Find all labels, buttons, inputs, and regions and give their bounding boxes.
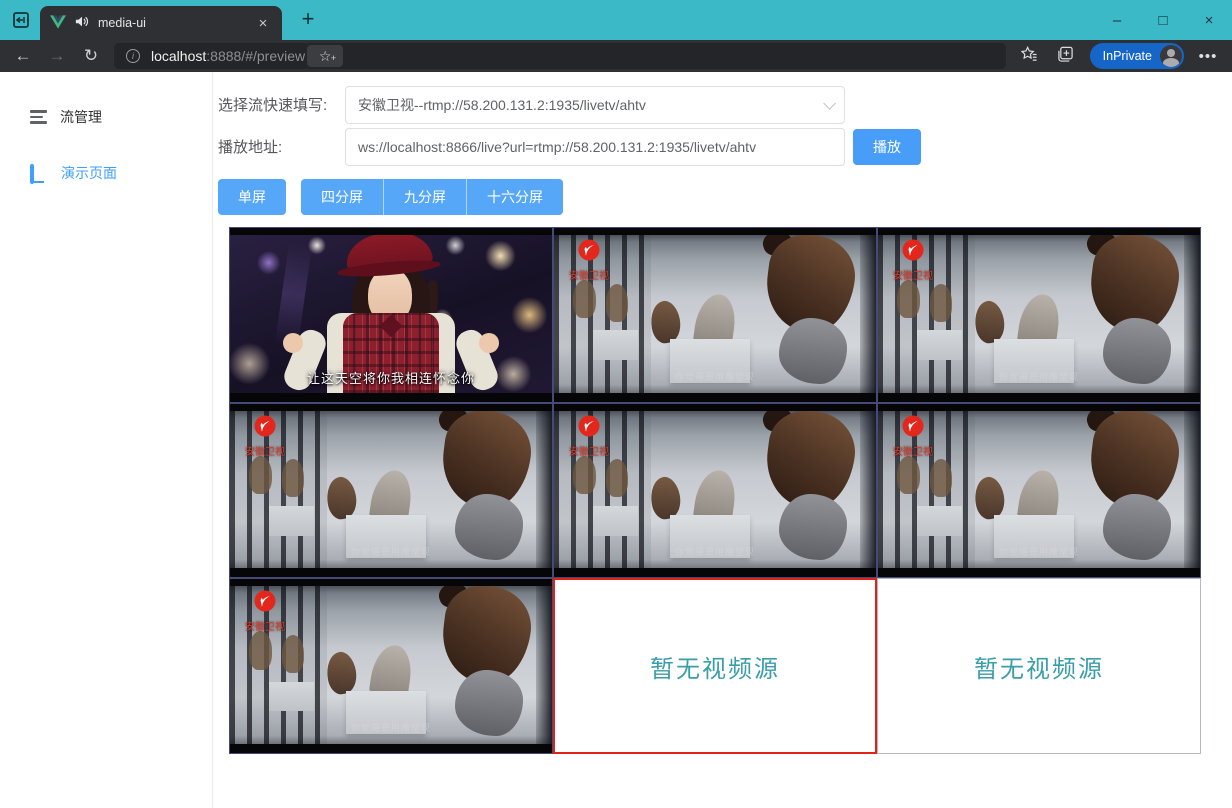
sidebar-item-demo-page[interactable]: 演示页面	[0, 153, 212, 193]
vertical-tabs-icon[interactable]	[10, 9, 32, 31]
profile-avatar-icon	[1160, 45, 1182, 67]
forward-icon: →	[40, 46, 74, 66]
window-controls: – □ ×	[1094, 0, 1232, 40]
tab-close-icon[interactable]: ×	[254, 15, 272, 32]
video-subtitle: 你觉得是用雕塑现	[878, 545, 1200, 558]
video-subtitle: 你觉得是用雕塑现	[230, 721, 552, 734]
split-button-group: 四分屏 九分屏 十六分屏	[301, 179, 563, 215]
play-address-label: 播放地址:	[218, 137, 345, 158]
tv-channel-logo: 安徽卫视	[569, 415, 609, 458]
tv-channel-name: 安徽卫视	[245, 618, 285, 633]
stream-select-dropdown[interactable]: 安徽卫视--rtmp://58.200.131.2:1935/livetv/ah…	[345, 86, 845, 124]
video-player-6[interactable]: 安徽卫视 你觉得是用雕塑现	[877, 403, 1201, 579]
sixteen-split-button[interactable]: 十六分屏	[466, 179, 563, 215]
browser-titlebar: media-ui × + – □ ×	[0, 0, 1232, 40]
minimize-button[interactable]: –	[1094, 0, 1140, 40]
app-page: 流管理 演示页面 选择流快速填写: 安徽卫视--rtmp://58.200.13…	[0, 72, 1232, 808]
refresh-icon[interactable]: ↻	[74, 46, 108, 66]
url-path: :8888/#/preview	[206, 48, 305, 64]
tv-video-frame: 安徽卫视 你觉得是用雕塑现	[230, 404, 552, 578]
tv-channel-name: 安徽卫视	[569, 267, 609, 282]
no-source-text: 暂无视频源	[650, 649, 780, 684]
music-video-frame: 让这天空将你我相连怀念你	[230, 228, 552, 402]
nine-split-button[interactable]: 九分屏	[383, 179, 466, 215]
video-player-7[interactable]: 安徽卫视 你觉得是用雕塑现	[229, 578, 553, 754]
tv-video-frame: 安徽卫视 你觉得是用雕塑现	[554, 228, 876, 402]
video-player-4[interactable]: 安徽卫视 你觉得是用雕塑现	[229, 403, 553, 579]
video-grid: 让这天空将你我相连怀念你 安徽卫视 你觉得是用雕塑现	[229, 227, 1201, 754]
video-player-2[interactable]: 安徽卫视 你觉得是用雕塑现	[553, 227, 877, 403]
close-window-button[interactable]: ×	[1186, 0, 1232, 40]
video-player-5[interactable]: 安徽卫视 你觉得是用雕塑现	[553, 403, 877, 579]
tab-title: media-ui	[98, 16, 146, 30]
video-player-1[interactable]: 让这天空将你我相连怀念你	[229, 227, 553, 403]
maximize-button[interactable]: □	[1140, 0, 1186, 40]
tv-channel-logo: 安徽卫视	[569, 239, 609, 282]
tab-audio-icon[interactable]	[75, 15, 89, 31]
tv-video-frame: 安徽卫视 你觉得是用雕塑现	[554, 404, 876, 578]
tv-channel-name: 安徽卫视	[893, 267, 933, 282]
chevron-down-icon	[823, 97, 836, 110]
video-subtitle: 让这天空将你我相连怀念你	[230, 368, 552, 387]
tv-channel-logo: 安徽卫视	[245, 590, 285, 633]
no-source-text: 暂无视频源	[974, 649, 1104, 684]
quad-split-button[interactable]: 四分屏	[301, 179, 383, 215]
sidebar: 流管理 演示页面	[0, 72, 213, 808]
tv-channel-logo: 安徽卫视	[893, 415, 933, 458]
stream-manage-icon	[30, 107, 47, 127]
inprivate-badge[interactable]: InPrivate	[1090, 43, 1184, 69]
sidebar-item-label: 流管理	[60, 107, 102, 127]
video-subtitle: 你觉得是用雕塑现	[554, 545, 876, 558]
play-button[interactable]: 播放	[853, 129, 921, 165]
tv-channel-logo: 安徽卫视	[245, 415, 285, 458]
tv-channel-name: 安徽卫视	[245, 443, 285, 458]
tv-video-frame: 安徽卫视 你觉得是用雕塑现	[230, 579, 552, 753]
sidebar-item-label: 演示页面	[61, 163, 117, 183]
play-address-row: 播放地址: ws://localhost:8866/live?url=rtmp:…	[218, 128, 1232, 166]
stream-select-row: 选择流快速填写: 安徽卫视--rtmp://58.200.131.2:1935/…	[218, 86, 1232, 124]
site-info-icon[interactable]: i	[126, 49, 140, 63]
collections-icon[interactable]	[1048, 46, 1084, 66]
add-favorite-icon[interactable]: ☆ +	[307, 45, 343, 67]
stream-select-label: 选择流快速填写:	[218, 95, 345, 116]
play-address-value: ws://localhost:8866/live?url=rtmp://58.2…	[358, 139, 756, 155]
browser-toolbar: ← → ↻ i localhost:8888/#/preview ☆ + InP…	[0, 40, 1232, 72]
tv-channel-name: 安徽卫视	[893, 443, 933, 458]
video-subtitle: 你觉得是用雕塑现	[230, 545, 552, 558]
address-bar[interactable]: i localhost:8888/#/preview ☆ +	[114, 43, 1006, 69]
screen-layout-buttons: 单屏 四分屏 九分屏 十六分屏	[218, 179, 1232, 215]
sidebar-item-stream-manage[interactable]: 流管理	[0, 97, 212, 137]
play-address-input[interactable]: ws://localhost:8866/live?url=rtmp://58.2…	[345, 128, 845, 166]
new-tab-button[interactable]: +	[294, 5, 322, 33]
video-player-3[interactable]: 安徽卫视 你觉得是用雕塑现	[877, 227, 1201, 403]
video-player-9-no-source[interactable]: 暂无视频源	[877, 578, 1201, 754]
video-subtitle: 你觉得是用雕塑现	[554, 370, 876, 383]
tv-channel-logo: 安徽卫视	[893, 239, 933, 282]
favorites-bar-icon[interactable]	[1012, 46, 1048, 66]
tv-video-frame: 安徽卫视 你觉得是用雕塑现	[878, 228, 1200, 402]
more-menu-icon[interactable]: •••	[1190, 48, 1226, 65]
tv-channel-name: 安徽卫视	[569, 443, 609, 458]
browser-tab[interactable]: media-ui ×	[40, 6, 282, 40]
video-player-8-no-source-selected[interactable]: 暂无视频源	[553, 578, 877, 754]
vue-logo-icon	[50, 15, 66, 32]
stream-select-value: 安徽卫视--rtmp://58.200.131.2:1935/livetv/ah…	[358, 95, 646, 115]
single-screen-button[interactable]: 单屏	[218, 179, 286, 215]
demo-page-icon	[30, 166, 48, 181]
back-icon[interactable]: ←	[6, 46, 40, 66]
url-host: localhost	[151, 48, 206, 64]
video-subtitle: 你觉得是用雕塑现	[878, 370, 1200, 383]
main-content: 选择流快速填写: 安徽卫视--rtmp://58.200.131.2:1935/…	[213, 72, 1232, 808]
tv-video-frame: 安徽卫视 你觉得是用雕塑现	[878, 404, 1200, 578]
